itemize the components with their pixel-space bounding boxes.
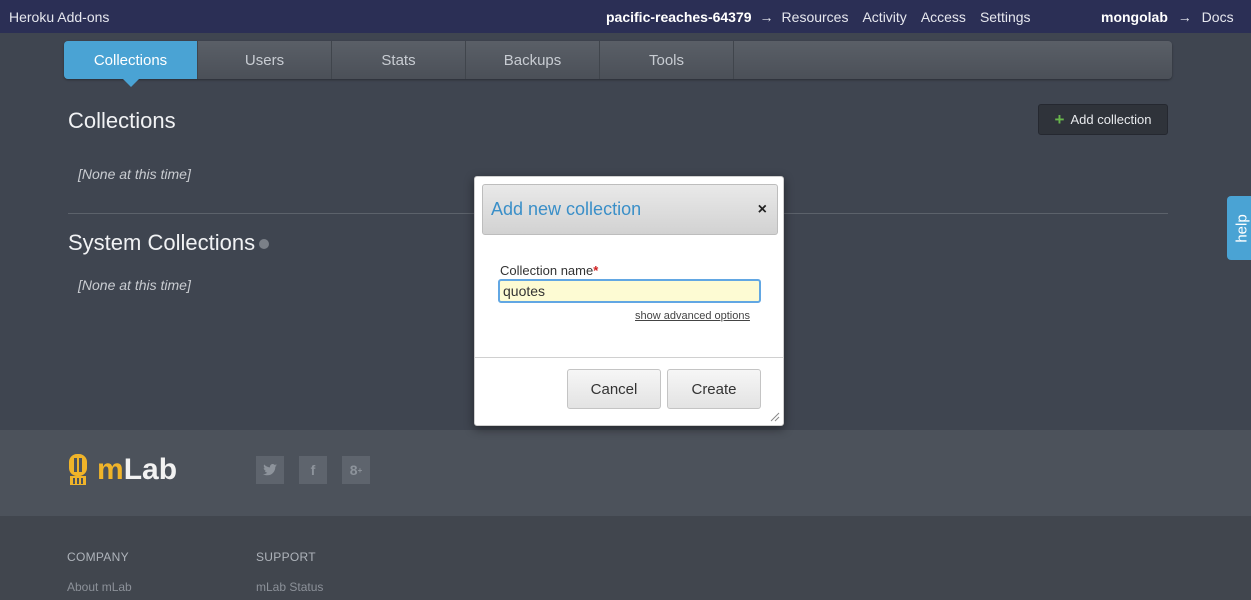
show-advanced-options-link[interactable]: show advanced options: [635, 310, 750, 322]
help-tab[interactable]: help: [1227, 196, 1251, 260]
info-icon[interactable]: [259, 239, 270, 250]
google-plus-icon[interactable]: 8 +: [342, 456, 370, 484]
addon-name-link[interactable]: mongolab: [1101, 9, 1168, 25]
arrow-icon: →: [759, 9, 774, 25]
system-collections-heading: System Collections: [68, 230, 270, 256]
social-links: f 8 +: [256, 456, 385, 484]
tab-bar: Collections Users Stats Backups Tools: [64, 41, 1172, 87]
mlab-logo[interactable]: mLab: [67, 452, 177, 488]
required-marker: *: [593, 263, 599, 278]
mlab-leaf-icon: [69, 454, 87, 485]
system-collections-empty-text: [None at this time]: [78, 277, 191, 293]
footer-company-heading: COMPANY: [67, 550, 129, 564]
top-navigation-bar: Heroku Add-ons pacific-reaches-64379 → R…: [0, 0, 1251, 33]
collections-empty-text: [None at this time]: [78, 166, 191, 182]
help-label: help: [1233, 213, 1251, 243]
tab-collections[interactable]: Collections: [64, 41, 198, 87]
collection-name-input[interactable]: [498, 279, 761, 303]
mlab-wordmark: mLab: [97, 453, 178, 486]
resize-handle-icon[interactable]: [770, 412, 780, 422]
footer-support-heading: SUPPORT: [256, 550, 316, 564]
tab-users[interactable]: Users: [198, 41, 332, 79]
dialog-divider: [475, 357, 783, 358]
add-collection-label: Add collection: [1070, 112, 1152, 127]
heroku-addons-link[interactable]: Heroku Add-ons: [9, 9, 109, 25]
footer-status-link[interactable]: mLab Status: [256, 580, 323, 594]
footer-about-link[interactable]: About mLab: [67, 580, 132, 594]
nav-settings[interactable]: Settings: [980, 9, 1031, 25]
app-name-link[interactable]: pacific-reaches-64379: [606, 9, 752, 25]
tab-tools[interactable]: Tools: [600, 41, 734, 79]
nav-access[interactable]: Access: [921, 9, 966, 25]
cancel-button[interactable]: Cancel: [567, 369, 661, 409]
collection-name-label: Collection name*: [500, 263, 599, 278]
collections-heading: Collections: [68, 108, 176, 133]
add-collection-button[interactable]: + Add collection: [1038, 104, 1168, 135]
nav-resources[interactable]: Resources: [782, 9, 849, 25]
arrow-icon: →: [1177, 9, 1192, 25]
plus-icon: +: [1054, 110, 1065, 129]
create-button[interactable]: Create: [667, 369, 761, 409]
docs-link[interactable]: Docs: [1202, 9, 1234, 25]
app-navigation: pacific-reaches-64379 → Resources Activi…: [606, 9, 1045, 25]
tab-backups[interactable]: Backups: [466, 41, 600, 79]
system-collections-label: System Collections: [68, 230, 256, 255]
twitter-icon[interactable]: [256, 456, 284, 484]
nav-activity[interactable]: Activity: [862, 9, 906, 25]
facebook-icon[interactable]: f: [299, 456, 327, 484]
footer-bottom: [0, 516, 1251, 600]
add-collection-dialog: Add new collection × Collection name* sh…: [474, 176, 784, 426]
dialog-header: Add new collection ×: [482, 184, 778, 235]
close-icon[interactable]: ×: [758, 201, 767, 219]
tab-stats[interactable]: Stats: [332, 41, 466, 79]
dialog-title: Add new collection: [491, 199, 642, 219]
addon-navigation: mongolab → Docs: [1101, 9, 1234, 25]
footer-top: [0, 430, 1251, 516]
